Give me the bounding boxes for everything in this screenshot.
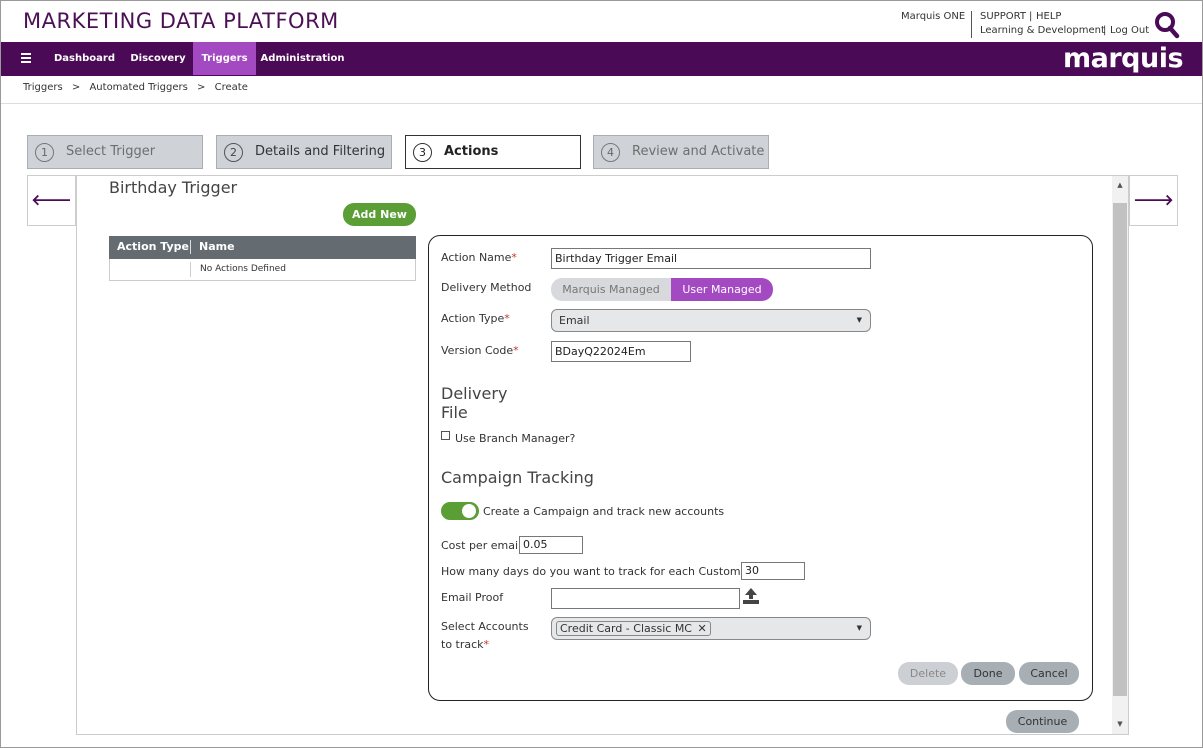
upload-icon[interactable] (742, 587, 760, 605)
col-action-type[interactable]: Action Type (117, 240, 189, 253)
help-link[interactable]: HELP (1036, 11, 1061, 22)
marquis-one-link[interactable]: Marquis ONE (901, 11, 965, 22)
breadcrumb-automated-triggers[interactable]: Automated Triggers (89, 82, 187, 93)
actions-table-header: Action Type Name (109, 236, 416, 259)
toggle-knob (462, 504, 476, 518)
select-accounts-label: Select Accounts (441, 620, 529, 633)
learning-link[interactable]: Learning & Development (980, 25, 1105, 36)
breadcrumb-separator: > (71, 82, 81, 93)
done-button[interactable]: Done (961, 662, 1015, 685)
table-row: No Actions Defined (109, 259, 416, 281)
version-code-input[interactable]: BDayQ22024Em (551, 341, 691, 362)
step-actions[interactable]: 3 Actions (405, 135, 581, 169)
version-code-label: Version Code* (441, 344, 519, 357)
step-number: 1 (35, 143, 54, 162)
brand-logo: marquis (1063, 43, 1184, 74)
campaign-tracking-heading: Campaign Tracking (441, 468, 594, 487)
delivery-file-heading-2: File (441, 403, 468, 422)
cost-per-email-label: Cost per email (441, 539, 522, 552)
user-managed-option[interactable]: User Managed (671, 278, 773, 301)
add-new-button[interactable]: Add New (343, 203, 416, 226)
step-label: Review and Activate (632, 144, 765, 159)
email-proof-input[interactable] (551, 588, 740, 609)
support-link[interactable]: SUPPORT (980, 11, 1026, 22)
col-name[interactable]: Name (199, 240, 235, 253)
header-pipe: | (1029, 11, 1033, 22)
cancel-button[interactable]: Cancel (1019, 662, 1079, 685)
select-accounts-label-2: to track* (441, 638, 490, 651)
app-title: MARKETING DATA PLATFORM (23, 9, 339, 33)
col-divider (190, 262, 191, 277)
create-campaign-label: Create a Campaign and track new accounts (483, 505, 725, 518)
hamburger-icon[interactable] (21, 53, 31, 63)
breadcrumb-triggers[interactable]: Triggers (23, 82, 63, 93)
account-chip-label: Credit Card - Classic MC (560, 622, 692, 635)
step-label: Select Trigger (66, 144, 156, 159)
action-type-select[interactable]: Email ▼ (551, 309, 871, 332)
scrollbar-thumb[interactable] (1113, 203, 1127, 696)
remove-chip-icon[interactable]: ✕ (697, 622, 706, 635)
empty-actions-text: No Actions Defined (200, 264, 286, 274)
main-nav: Dashboard Discovery Triggers Administrat… (1, 42, 1202, 76)
breadcrumb: Triggers > Automated Triggers > Create (23, 82, 248, 93)
nav-discovery[interactable]: Discovery (123, 42, 193, 75)
scroll-up-icon[interactable]: ▲ (1113, 181, 1127, 189)
step-number: 3 (413, 143, 432, 162)
arrow-left-icon: 🡐 (31, 191, 72, 209)
logout-link[interactable]: Log Out (1110, 25, 1149, 36)
nav-triggers[interactable]: Triggers (193, 42, 256, 75)
delete-button[interactable]: Delete (898, 662, 958, 685)
action-type-label: Action Type* (441, 312, 510, 325)
nav-administration[interactable]: Administration (256, 42, 349, 75)
breadcrumb-separator: > (197, 82, 206, 93)
scroll-down-icon[interactable]: ▼ (1113, 720, 1127, 728)
action-name-label: Action Name* (441, 251, 517, 264)
nav-dashboard[interactable]: Dashboard (46, 42, 123, 75)
step-review-activate[interactable]: 4 Review and Activate (593, 135, 769, 169)
days-track-input[interactable]: 30 (741, 562, 805, 580)
action-name-input[interactable]: Birthday Trigger Email (551, 248, 871, 269)
days-track-label: How many days do you want to track for e… (441, 565, 758, 578)
step-number: 4 (601, 143, 620, 162)
step-number: 2 (224, 143, 243, 162)
delivery-file-heading-1: Delivery (441, 384, 508, 403)
caret-down-icon: ▼ (856, 316, 862, 324)
next-step-button[interactable]: 🡒 (1129, 175, 1178, 226)
breadcrumb-create: Create (214, 82, 248, 93)
header-divider (971, 11, 972, 38)
account-chip: Credit Card - Classic MC ✕ (556, 621, 711, 636)
email-proof-label: Email Proof (441, 591, 504, 604)
delivery-method-toggle: Marquis Managed User Managed (551, 278, 773, 301)
step-details-filtering[interactable]: 2 Details and Filtering (216, 135, 392, 169)
arrow-right-icon: 🡒 (1133, 191, 1174, 209)
action-type-value: Email (559, 314, 590, 327)
step-label: Actions (444, 144, 499, 159)
step-select-trigger[interactable]: 1 Select Trigger (27, 135, 203, 169)
marquis-managed-option[interactable]: Marquis Managed (551, 278, 671, 301)
cost-per-email-input[interactable]: 0.05 (519, 536, 583, 554)
marquis-q-logo-icon (1155, 12, 1180, 39)
prev-step-button[interactable]: 🡐 (27, 175, 76, 226)
trigger-title: Birthday Trigger (109, 178, 238, 197)
continue-button[interactable]: Continue (1006, 710, 1079, 733)
header-pipe-2: | (1103, 25, 1107, 36)
use-branch-manager-checkbox[interactable] (441, 431, 450, 440)
col-divider (190, 240, 191, 254)
use-branch-manager-label: Use Branch Manager? (455, 432, 576, 445)
breadcrumb-divider (1, 103, 1202, 104)
step-label: Details and Filtering (255, 144, 386, 159)
caret-down-icon: ▼ (856, 624, 862, 632)
delivery-method-label: Delivery Method (441, 281, 532, 294)
